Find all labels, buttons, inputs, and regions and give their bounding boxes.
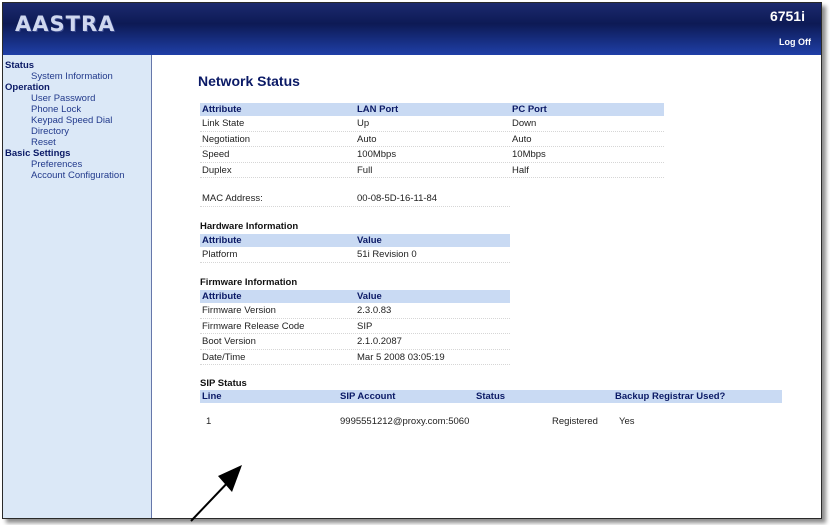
callout-arrow <box>190 465 242 522</box>
